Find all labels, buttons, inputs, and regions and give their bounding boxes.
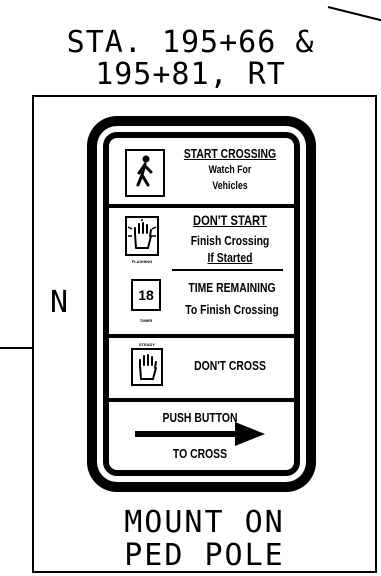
dont-start-sub2: If Started [207, 250, 253, 265]
section-divider-2 [103, 334, 300, 338]
dont-start-title: DON'T START [192, 212, 267, 228]
section-divider-3 [103, 398, 300, 402]
right-arrow-icon [135, 422, 265, 446]
flashing-label: FLASHING [131, 259, 153, 264]
time-remaining-title: TIME REMAINING [188, 280, 276, 295]
start-crossing-title: START CROSSING [183, 146, 277, 161]
station-line-1: STA. 195+66 & [66, 25, 315, 60]
dont-start-sub1: Finish Crossing [190, 233, 270, 248]
to-cross-text: TO CROSS [172, 446, 228, 461]
raised-hand-icon [127, 219, 157, 249]
countdown-display: 18 [131, 279, 161, 311]
flashing-hand-box [125, 216, 159, 256]
walking-person-icon [136, 155, 153, 187]
steady-label: STEADY [138, 342, 156, 347]
time-remaining-sub: To Finish Crossing [185, 302, 279, 317]
start-crossing-sub2: Vehicles [212, 180, 248, 192]
timer-label: TIMER [139, 318, 153, 323]
inner-divider [172, 269, 283, 271]
dont-cross-text: DON'T CROSS [194, 358, 266, 373]
station-line-2: 195+81, RT [95, 57, 286, 92]
section-divider-1 [103, 204, 300, 208]
walk-symbol-box [125, 149, 165, 197]
mount-note-line-2: PED POLE [124, 538, 285, 573]
start-crossing-sub1: Watch For [208, 164, 252, 176]
mount-note-line-1: MOUNT ON [124, 505, 285, 540]
left-leader-line [0, 347, 32, 349]
raised-hand-icon [139, 354, 157, 380]
steady-hand-box [131, 348, 163, 386]
top-leader-line [327, 6, 381, 23]
orientation-label: N [50, 285, 69, 320]
